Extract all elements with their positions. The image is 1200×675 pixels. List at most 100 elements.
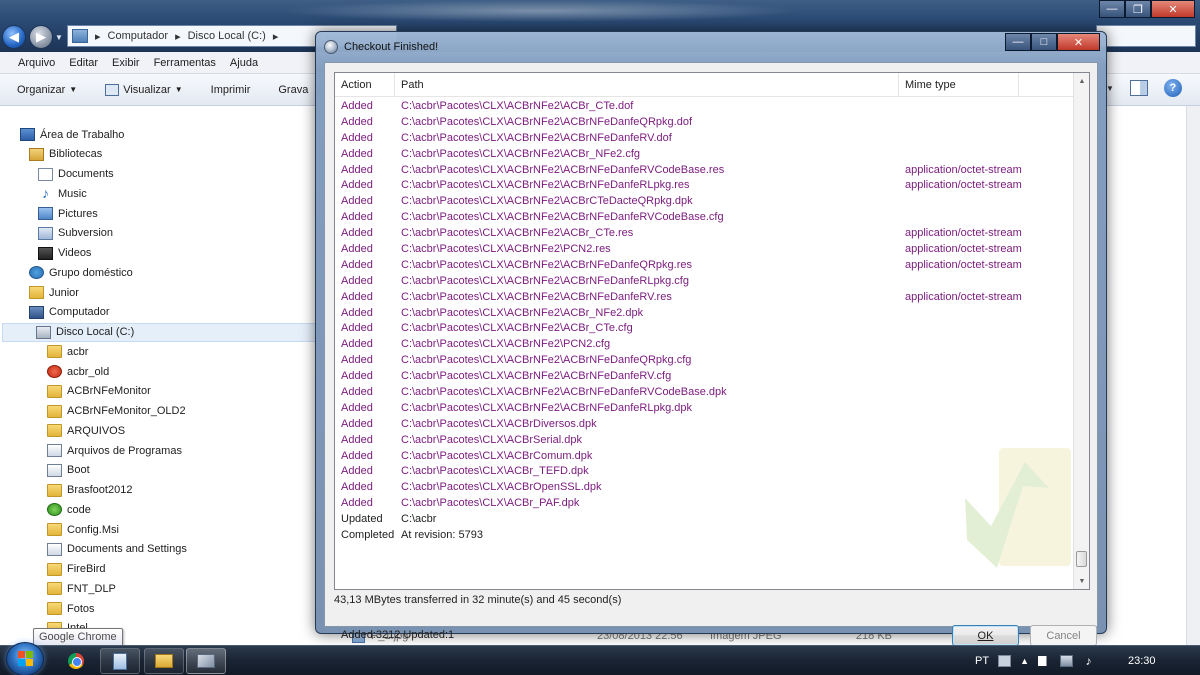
log-row[interactable]: Added C:\acbr\Pacotes\CLX\ACBrNFe2\ACBrNF…	[335, 369, 1075, 385]
log-mime-type: application/octet-stream	[905, 227, 1022, 240]
dialog-maximize-button[interactable]: □	[1031, 33, 1057, 51]
organize-button[interactable]: Organizar ▼	[17, 84, 77, 96]
cancel-button[interactable]: Cancel	[1030, 625, 1097, 646]
print-button[interactable]: Imprimir	[211, 84, 251, 96]
view-button[interactable]: Visualizar ▼	[105, 83, 183, 96]
log-row[interactable]: Added C:\acbr\Pacotes\CLX\ACBrNFe2\ACBr_C…	[335, 99, 1075, 115]
nav-tree-item[interactable]: FireBird	[47, 560, 106, 579]
checkout-log-list[interactable]: Action Path Mime type Added C:\acbr\Pacot…	[334, 72, 1090, 590]
menu-exibir[interactable]: Exibir	[112, 57, 140, 69]
nav-tree-item[interactable]: Config.Msi	[47, 520, 119, 539]
nav-tree-item[interactable]: Pictures	[38, 204, 98, 223]
log-row[interactable]: Added C:\acbr\Pacotes\CLX\ACBrNFe2\ACBrNF…	[335, 385, 1075, 401]
column-header-mime-type[interactable]: Mime type	[899, 73, 1019, 97]
log-row[interactable]: Added C:\acbr\Pacotes\CLX\ACBrNFe2\ACBrNF…	[335, 210, 1075, 226]
keyboard-icon[interactable]	[998, 655, 1012, 667]
nav-tree-item[interactable]: Bibliotecas	[29, 145, 102, 164]
nav-tree-item[interactable]: Boot	[47, 461, 90, 480]
language-indicator[interactable]: PT	[975, 655, 989, 667]
nav-tree-item[interactable]: acbr_old	[47, 362, 109, 381]
nav-tree-item[interactable]: Documents and Settings	[47, 540, 187, 559]
nav-tree-item[interactable]: Brasfoot2012	[47, 481, 132, 500]
volume-icon[interactable]: ♪	[1082, 655, 1095, 667]
chrome-icon	[68, 653, 84, 669]
dialog-close-button[interactable]: ✕	[1057, 33, 1100, 51]
menu-arquivo[interactable]: Arquivo	[18, 57, 55, 69]
log-row[interactable]: Added C:\acbr\Pacotes\CLX\ACBrNFe2\ACBr_C…	[335, 321, 1075, 337]
search-input[interactable]	[1096, 25, 1196, 47]
clock[interactable]: 23:30	[1128, 655, 1156, 667]
nav-tree-item[interactable]: Fotos	[47, 599, 95, 618]
log-row[interactable]: Added C:\acbr\Pacotes\CLX\ACBrNFe2\PCN2.c…	[335, 337, 1075, 353]
show-hidden-icons-icon[interactable]: ▲	[1020, 656, 1029, 666]
log-row[interactable]: Added C:\acbr\Pacotes\CLX\ACBrNFe2\ACBrNF…	[335, 163, 1075, 179]
nav-tree-item[interactable]: Subversion	[38, 224, 113, 243]
scrollbar-thumb[interactable]	[1076, 551, 1087, 567]
nav-tree-item[interactable]: Disco Local (C:)	[2, 322, 320, 342]
log-row[interactable]: Added C:\acbr\Pacotes\CLX\ACBrNFe2\ACBrNF…	[335, 258, 1075, 274]
nav-tree-item[interactable]: Área de Trabalho	[20, 125, 124, 144]
breadcrumb-drive[interactable]: Disco Local (C:)	[188, 30, 266, 42]
breadcrumb-computer[interactable]: Computador	[108, 30, 169, 42]
column-header-action[interactable]: Action	[335, 73, 395, 97]
nav-tree-item[interactable]: Documents	[38, 165, 114, 184]
log-row[interactable]: Added C:\acbr\Pacotes\CLX\ACBrNFe2\PCN2.r…	[335, 242, 1075, 258]
back-button[interactable]: ◀	[2, 25, 26, 49]
restore-button[interactable]: ❐	[1125, 0, 1151, 18]
chevron-down-icon[interactable]: ▼	[1106, 84, 1114, 93]
log-row[interactable]: Added C:\acbr\Pacotes\CLX\ACBrNFe2\ACBr_N…	[335, 306, 1075, 322]
log-row[interactable]: Added C:\acbr\Pacotes\CLX\ACBrNFe2\ACBrNF…	[335, 178, 1075, 194]
action-center-flag-icon[interactable]	[1037, 656, 1051, 666]
nav-tree-item[interactable]: Videos	[38, 244, 91, 263]
nav-tree-item[interactable]: Junior	[29, 283, 79, 302]
nav-tree-item[interactable]: code	[47, 500, 91, 519]
start-button[interactable]	[6, 642, 44, 675]
nav-tree-item[interactable]: ACBrNFeMonitor	[47, 382, 151, 401]
forward-button[interactable]: ▶	[29, 25, 53, 49]
taskbar-tortoisesvn-button[interactable]	[186, 648, 226, 674]
taskbar-notes-button[interactable]	[100, 648, 140, 674]
log-row[interactable]: Added C:\acbr\Pacotes\CLX\ACBrNFe2\ACBrCT…	[335, 194, 1075, 210]
ok-button[interactable]: OK	[952, 625, 1019, 646]
nav-tree-item[interactable]: FNT_DLP	[47, 579, 116, 598]
network-icon[interactable]	[1059, 655, 1073, 667]
log-list-scrollbar[interactable]: ▲ ▼	[1073, 73, 1089, 589]
minimize-button[interactable]: —	[1099, 0, 1125, 18]
log-row[interactable]: Added C:\acbr\Pacotes\CLX\ACBrNFe2\ACBrNF…	[335, 115, 1075, 131]
taskbar-explorer-button[interactable]	[144, 648, 184, 674]
log-row[interactable]: Added C:\acbr\Pacotes\CLX\ACBrDiversos.dp…	[335, 417, 1075, 433]
log-row[interactable]: Added C:\acbr\Pacotes\CLX\ACBrNFe2\ACBrNF…	[335, 353, 1075, 369]
menu-editar[interactable]: Editar	[69, 57, 98, 69]
log-row[interactable]: Added C:\acbr\Pacotes\CLX\ACBrNFe2\ACBr_C…	[335, 226, 1075, 242]
log-row[interactable]: Added C:\acbr\Pacotes\CLX\ACBrNFe2\ACBr_N…	[335, 147, 1075, 163]
folder-icon	[47, 345, 62, 359]
taskbar-chrome-button[interactable]	[56, 648, 96, 674]
log-row[interactable]: Added C:\acbr\Pacotes\CLX\ACBrSerial.dpk	[335, 433, 1075, 449]
log-path: C:\acbr\Pacotes\CLX\ACBrNFe2\ACBr_NFe2.c…	[401, 147, 641, 160]
file-list-scrollbar[interactable]	[1186, 106, 1200, 645]
nav-tree-item[interactable]: ♪ Music	[38, 184, 87, 203]
nav-tree-item[interactable]: ARQUIVOS	[47, 421, 125, 440]
nav-tree-item[interactable]: Computador	[29, 303, 110, 322]
recent-pages-dropdown-icon[interactable]: ▼	[55, 33, 63, 42]
nav-tree-item[interactable]: Arquivos de Programas	[47, 441, 182, 460]
log-mime-type	[905, 147, 1075, 163]
column-header-path[interactable]: Path	[395, 73, 899, 97]
menu-ajuda[interactable]: Ajuda	[230, 57, 258, 69]
log-row[interactable]: Added C:\acbr\Pacotes\CLX\ACBrNFe2\ACBrNF…	[335, 401, 1075, 417]
preview-pane-icon[interactable]	[1129, 80, 1148, 96]
log-row[interactable]: Added C:\acbr\Pacotes\CLX\ACBrNFe2\ACBrNF…	[335, 290, 1075, 306]
log-row[interactable]: Added C:\acbr\Pacotes\CLX\ACBrNFe2\ACBrNF…	[335, 131, 1075, 147]
burn-button[interactable]: Grava	[278, 84, 308, 96]
folder-icon	[47, 523, 62, 536]
log-row[interactable]: Added C:\acbr\Pacotes\CLX\ACBrNFe2\ACBrNF…	[335, 274, 1075, 290]
close-button[interactable]: ✕	[1151, 0, 1195, 18]
scroll-up-icon[interactable]: ▲	[1074, 73, 1089, 89]
scroll-down-icon[interactable]: ▼	[1074, 573, 1089, 589]
menu-ferramentas[interactable]: Ferramentas	[154, 57, 216, 69]
nav-tree-item[interactable]: Grupo doméstico	[29, 263, 133, 282]
dialog-minimize-button[interactable]: —	[1005, 33, 1031, 51]
help-icon[interactable]: ?	[1163, 79, 1182, 97]
nav-tree-item[interactable]: ACBrNFeMonitor_OLD2	[47, 402, 186, 421]
nav-tree-item[interactable]: acbr	[47, 342, 88, 361]
